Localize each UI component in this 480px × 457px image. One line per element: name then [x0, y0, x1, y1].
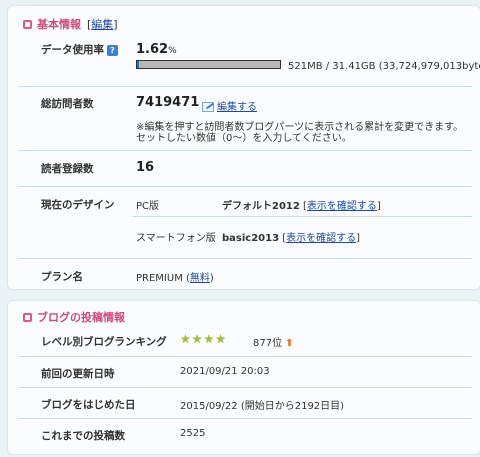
pc-label: PC版	[136, 201, 160, 212]
plan-value: PREMIUM (無料)	[136, 273, 214, 284]
divider	[18, 258, 472, 259]
star-icon: ★	[203, 332, 215, 346]
pc-preview-link[interactable]: 表示を確認する	[307, 201, 377, 212]
rank-up-arrow-icon: ⬆	[285, 338, 294, 349]
basic-edit: [編集]	[87, 18, 118, 31]
ranking-stars: ★ ★ ★ ★	[180, 333, 227, 345]
section-bullet-icon	[23, 19, 32, 29]
started-value: 2015/09/22 (開始日から2192日目)	[180, 401, 345, 412]
ranking-value: 877位 ⬆	[253, 338, 294, 349]
post-info-header: ブログの投稿情報	[23, 309, 125, 325]
updated-label: 前回の更新日時	[41, 368, 115, 380]
visitors-label: 総訪問者数	[41, 98, 94, 110]
section-bullet-icon	[23, 312, 32, 322]
pencil-icon	[202, 102, 214, 112]
divider	[133, 216, 472, 217]
data-usage-label: データ使用率?	[41, 42, 118, 57]
usage-progress-fill	[137, 61, 140, 68]
sp-design: basic2013 [表示を確認する]	[222, 233, 361, 244]
visitors-edit-button[interactable]: 編集する	[202, 98, 257, 113]
divider	[18, 186, 472, 187]
readers-value: 16	[136, 160, 155, 175]
divider	[18, 418, 472, 419]
divider	[18, 86, 472, 87]
started-label: ブログをはじめた日	[41, 399, 136, 411]
star-icon: ★	[191, 332, 203, 346]
sp-label: スマートフォン版	[136, 233, 216, 244]
design-label: 現在のデザイン	[41, 199, 115, 211]
star-icon: ★	[215, 332, 227, 346]
usage-percent: 1.62%	[136, 42, 177, 57]
basic-info-header: 基本情報 [編集]	[23, 16, 118, 32]
ranking-label: レベル別ブログランキング	[41, 336, 167, 348]
visitors-note-2: セットしたい数値（0〜）を入力してください。	[136, 133, 352, 144]
basic-info-panel: 基本情報 [編集] データ使用率? 1.62% 521MB / 31.41GB …	[7, 5, 480, 290]
post-info-title: ブログの投稿情報	[37, 311, 125, 324]
star-icon: ★	[180, 332, 191, 346]
basic-edit-link[interactable]: 編集	[91, 18, 113, 31]
plan-link[interactable]: 無料	[190, 273, 210, 284]
visitors-value: 7419471	[136, 95, 200, 110]
divider	[18, 356, 472, 357]
sp-preview-link[interactable]: 表示を確認する	[286, 233, 356, 244]
pc-design: デフォルト2012 [表示を確認する]	[222, 201, 381, 212]
plan-label: プラン名	[41, 271, 83, 283]
post-count-label: これまでの投稿数	[41, 430, 125, 442]
basic-info-title: 基本情報	[37, 18, 81, 31]
usage-detail: 521MB / 31.41GB (33,724,979,013bytes)	[288, 61, 480, 72]
post-info-panel: ブログの投稿情報 レベル別ブログランキング 877位 ⬆ 前回の更新日時 202…	[7, 300, 480, 455]
post-count-value: 2525	[180, 428, 206, 439]
divider	[18, 387, 472, 388]
usage-progress-bar	[136, 60, 281, 69]
help-icon[interactable]: ?	[107, 44, 118, 56]
divider	[18, 150, 472, 151]
updated-value: 2021/09/21 20:03	[180, 366, 270, 377]
readers-label: 読者登録数	[41, 163, 94, 175]
